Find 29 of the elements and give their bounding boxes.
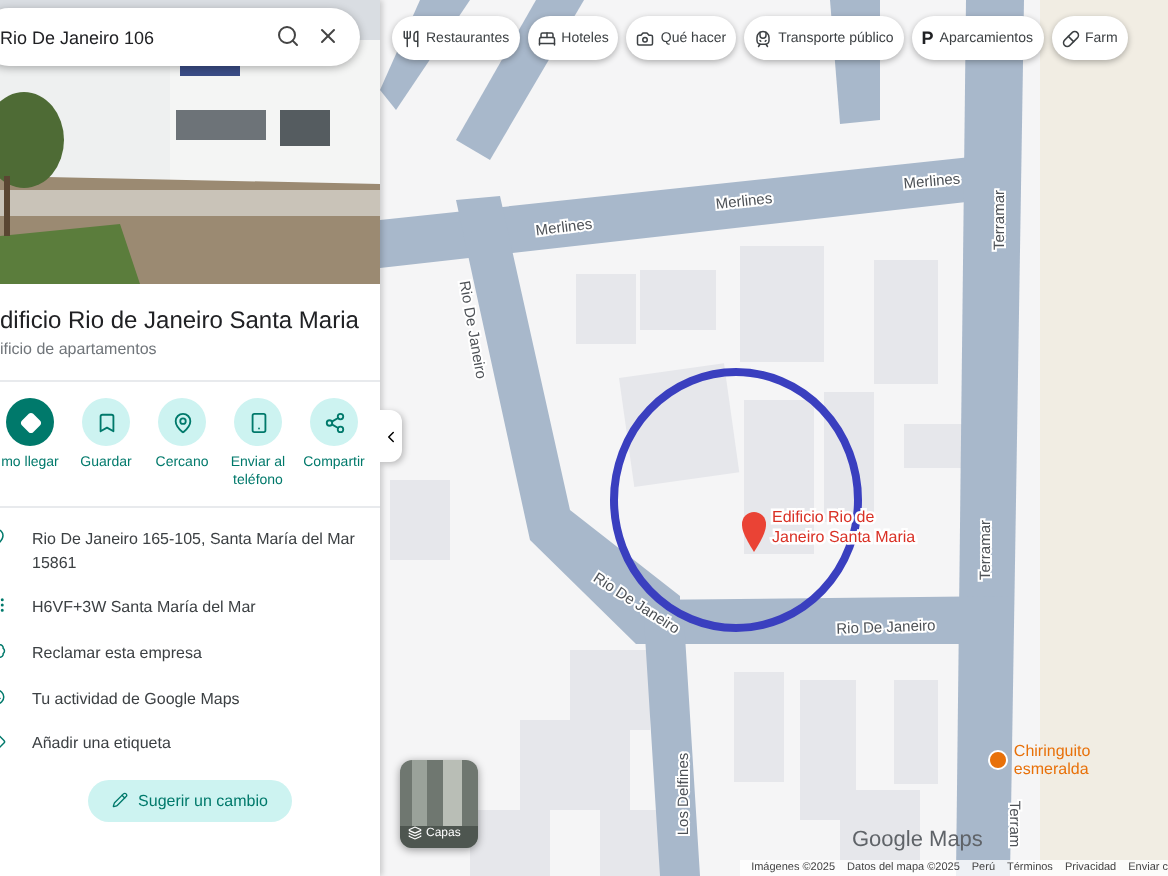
bookmark-icon (95, 411, 117, 433)
map-logo: Google Maps (852, 828, 983, 852)
detail-text[interactable]: Rio De Janeiro 165-105, Santa María del Mar 15861 (32, 528, 380, 575)
detail-text[interactable]: Reclamar esta empresa (32, 641, 202, 666)
map-area[interactable] (380, 0, 1168, 876)
chevron-left-icon (382, 427, 400, 445)
camera-icon (636, 29, 655, 47)
detail-text[interactable]: Tu actividad de Google Maps (32, 687, 240, 711)
train-icon (754, 29, 773, 47)
layers-icon (408, 826, 422, 840)
directions-icon (19, 411, 41, 433)
utensils-icon (402, 29, 420, 47)
bed-icon (537, 29, 556, 47)
pill-icon (1061, 29, 1079, 47)
place-title: dificio Rio de Janeiro Santa Maria (0, 306, 361, 334)
map-pin-icon[interactable] (742, 512, 766, 552)
collapse-handle[interactable] (380, 410, 402, 462)
detail-text[interactable]: H6VF+3W Santa María del Mar (32, 596, 256, 620)
building (570, 650, 650, 730)
suggest-edit-button[interactable]: Sugerir un cambio (88, 779, 292, 822)
phone-icon (247, 411, 269, 433)
parking-icon: P (921, 28, 934, 48)
search-field[interactable]: Rio De Janeiro 106 (0, 8, 360, 66)
pencil-icon (112, 792, 129, 809)
detail-text[interactable]: Añadir una etiqueta (32, 732, 171, 756)
close-icon[interactable] (316, 24, 340, 48)
building (470, 810, 550, 876)
search-icon[interactable] (276, 24, 300, 48)
share-icon (323, 411, 345, 433)
